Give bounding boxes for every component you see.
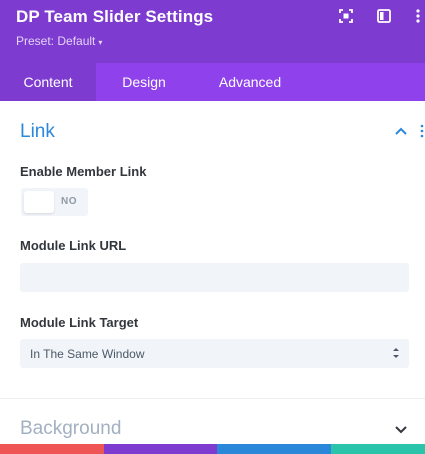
sidebar-icon[interactable]	[377, 9, 391, 23]
more-vertical-icon[interactable]	[411, 9, 425, 23]
save-button[interactable]	[331, 444, 425, 454]
redo-button[interactable]	[217, 444, 331, 454]
chevron-down-icon[interactable]	[394, 425, 408, 434]
module-link-target-label: Module Link Target	[20, 315, 139, 330]
section-more-icon[interactable]	[419, 124, 425, 138]
toggle-knob	[24, 191, 54, 213]
enable-member-link-toggle[interactable]: NO	[21, 188, 88, 216]
settings-header: DP Team Slider Settings Preset: Default ▾	[0, 0, 425, 63]
expand-icon[interactable]	[339, 9, 353, 23]
select-value: In The Same Window	[30, 347, 145, 361]
tab-content[interactable]: Content	[0, 63, 96, 101]
tab-advanced[interactable]: Advanced	[203, 63, 297, 101]
action-bar	[0, 444, 425, 454]
link-section-title[interactable]: Link	[20, 121, 55, 143]
undo-button[interactable]	[104, 444, 217, 454]
section-divider	[0, 398, 425, 399]
module-link-target-select[interactable]: In The Same Window	[20, 339, 409, 368]
module-link-url-label: Module Link URL	[20, 238, 127, 253]
chevron-up-icon[interactable]	[394, 127, 408, 136]
enable-member-link-label: Enable Member Link	[20, 164, 147, 179]
caret-down-icon: ▾	[98, 38, 103, 47]
modal-title: DP Team Slider Settings	[16, 7, 214, 26]
tab-design[interactable]: Design	[101, 63, 187, 101]
background-section-title[interactable]: Background	[20, 418, 121, 440]
toggle-state-text: NO	[61, 196, 77, 207]
preset-selector[interactable]: Preset: Default ▾	[16, 34, 102, 48]
preset-label: Preset: Default	[16, 34, 96, 48]
module-link-url-input[interactable]	[20, 263, 409, 292]
discard-button[interactable]	[0, 444, 104, 454]
select-arrows-icon	[393, 348, 399, 358]
tab-bar: Content Design Advanced	[0, 63, 425, 101]
